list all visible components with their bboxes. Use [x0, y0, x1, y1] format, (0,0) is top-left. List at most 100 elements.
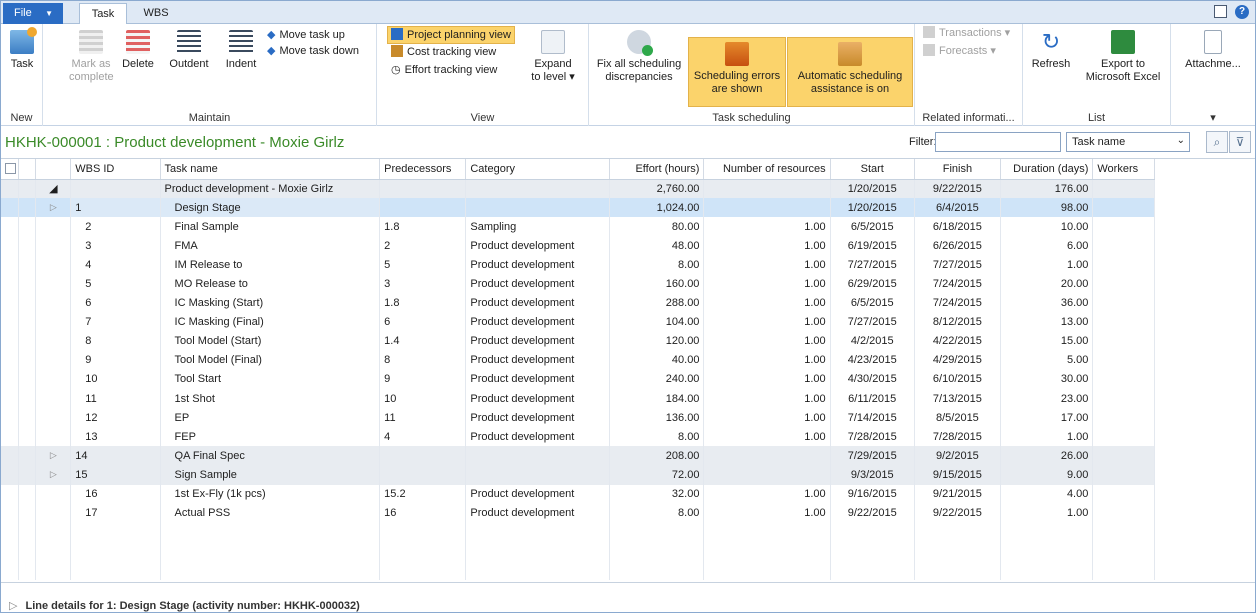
scheduling-errors-label: Scheduling errors are shown	[693, 70, 781, 95]
row-selector	[1, 408, 19, 428]
table-row[interactable]: 10 Tool Start 9 Product development 240.00 1.…	[1, 369, 1155, 390]
expand-icon[interactable]: ▷	[35, 465, 72, 485]
table-row[interactable]: 17 Actual PSS 16 Product development 8.00 1.0…	[1, 503, 1155, 523]
workers-cell	[1092, 331, 1155, 351]
duration-cell: 6.00	[1000, 236, 1094, 256]
fix-scheduling-button[interactable]: Fix all scheduling discrepancies	[593, 30, 685, 84]
tab-wbs[interactable]: WBS	[135, 3, 177, 24]
column-header[interactable]: Finish	[914, 159, 1002, 180]
table-row[interactable]: 8 Tool Model (Start) 1.4 Product developmen…	[1, 331, 1155, 351]
attachments-button[interactable]: Attachme...	[1177, 30, 1249, 71]
table-row[interactable]: 13 FEP 4 Product development 8.00 1.00 7/28/20…	[1, 427, 1155, 447]
table-row[interactable]: 16 1st Ex-Fly (1k pcs) 15.2 Product develop…	[1, 484, 1155, 504]
column-header[interactable]: Number of resources	[703, 159, 831, 180]
group-related-label: Related informati...	[922, 112, 1015, 124]
column-header[interactable]: Category	[465, 159, 611, 180]
tab-task[interactable]: Task	[79, 3, 127, 25]
task-name-cell: EP	[160, 408, 381, 428]
select-all-checkbox[interactable]	[1, 159, 19, 180]
column-header[interactable]: Task name	[160, 159, 381, 180]
refresh-label: Refresh	[1031, 58, 1071, 70]
row-selector	[1, 503, 19, 523]
collapse-icon[interactable]: ◢	[35, 179, 72, 199]
predecessors-cell: 6	[379, 312, 467, 332]
row-selector	[1, 255, 19, 275]
table-row[interactable]: 12 EP 11 Product development 136.00 1.00 7/14/…	[1, 408, 1155, 428]
column-header[interactable]: Workers	[1092, 159, 1155, 180]
duration-cell: 17.00	[1000, 408, 1094, 428]
cost-tracking-view-button[interactable]: Cost tracking view	[391, 45, 496, 59]
effort-cell: 32.00	[609, 484, 705, 504]
filter-input[interactable]	[935, 132, 1061, 152]
wbs-id-cell: 14	[70, 446, 161, 466]
table-row[interactable]: 5 MO Release to 3 Product development 160.00…	[1, 274, 1155, 294]
workers-cell	[1092, 484, 1155, 504]
table-row[interactable]: 4 IM Release to 5 Product development 8.00 1.…	[1, 255, 1155, 275]
outdent-button[interactable]: Outdent	[161, 30, 217, 71]
new-task-button[interactable]: Task	[5, 27, 39, 71]
auto-scheduling-toggle[interactable]: Automatic scheduling assistance is on	[787, 37, 913, 107]
line-details-bar[interactable]: ▷ Line details for 1: Design Stage (activ…	[1, 582, 1255, 612]
move-task-down-button[interactable]: ◆ Move task down	[267, 44, 359, 58]
category-cell: Product development	[465, 331, 611, 351]
effort-tracking-view-button[interactable]: ◷ Effort tracking view	[391, 63, 497, 77]
search-icon[interactable]: ⌕	[1206, 131, 1228, 153]
new-task-icon	[10, 27, 37, 54]
column-header[interactable]: Predecessors	[379, 159, 467, 180]
expand-icon[interactable]: ▷	[35, 198, 72, 218]
workers-cell	[1092, 217, 1155, 237]
table-row[interactable]: ▷ 14 QA Final Spec 208.00 7/29/2015 9/2/2015 2…	[1, 446, 1155, 466]
wbs-id-cell: 10	[70, 369, 161, 390]
expand-icon[interactable]: ▷	[9, 600, 17, 612]
help-icon[interactable]: ?	[1235, 5, 1249, 19]
delete-button[interactable]: Delete	[119, 30, 157, 71]
table-row[interactable]: 9 Tool Model (Final) 8 Product development 4…	[1, 350, 1155, 370]
wbs-id-cell: 9	[70, 350, 161, 370]
row-spacer	[18, 465, 37, 485]
column-header[interactable]: Duration (days)	[1000, 159, 1094, 180]
column-header[interactable]: Effort (hours)	[609, 159, 705, 180]
table-row[interactable]: ▷ 15 Sign Sample 72.00 9/3/2015 9/15/2015 9.00	[1, 465, 1155, 485]
row-expander	[35, 255, 72, 275]
forecasts-button[interactable]: Forecasts ▾	[923, 44, 996, 58]
column-header[interactable]: Start	[830, 159, 915, 180]
filter-label: Filter:	[909, 136, 937, 148]
chevron-down-icon[interactable]: ▾	[1171, 111, 1255, 124]
filter-field-select[interactable]: Task name ⌄	[1066, 132, 1190, 152]
group-maintain-label: Maintain	[188, 112, 231, 124]
move-task-up-button[interactable]: ◆ Move task up	[267, 28, 345, 42]
file-menu-button[interactable]: File ▼	[3, 3, 63, 24]
category-cell	[465, 465, 611, 485]
finish-cell: 8/12/2015	[914, 312, 1002, 332]
transactions-button[interactable]: Transactions ▾	[923, 26, 1010, 40]
wbs-id-cell: 17	[70, 503, 161, 523]
root-task-row[interactable]: ◢ Product development - Moxie Girlz 2,76…	[1, 179, 1155, 199]
scheduling-errors-toggle[interactable]: Scheduling errors are shown	[688, 37, 786, 107]
indent-button[interactable]: Indent	[219, 30, 263, 71]
column-header[interactable]: WBS ID	[70, 159, 161, 180]
expand-to-level-button[interactable]: Expand to level ▾	[531, 30, 575, 84]
finish-cell: 9/15/2015	[914, 465, 1002, 485]
predecessors-cell: 16	[379, 503, 467, 523]
resources-cell	[703, 465, 831, 485]
wbs-id-cell: 13	[70, 427, 161, 447]
export-excel-button[interactable]: Export to Microsoft Excel	[1081, 30, 1165, 84]
mark-complete-button[interactable]: Mark as complete	[69, 30, 114, 84]
refresh-button[interactable]: ↻ Refresh	[1029, 30, 1073, 71]
table-row[interactable]: 2 Final Sample 1.8 Sampling 80.00 1.00 6/5/201…	[1, 217, 1155, 237]
expand-icon[interactable]: ▷	[35, 446, 72, 466]
task-name-cell: QA Final Spec	[160, 446, 381, 466]
table-row[interactable]: 11 1st Shot 10 Product development 184.00 1.0…	[1, 389, 1155, 409]
clear-filter-icon[interactable]: ⊽	[1229, 131, 1251, 153]
row-spacer	[18, 255, 37, 275]
project-planning-view-button[interactable]: Project planning view	[387, 26, 515, 44]
predecessors-cell	[379, 446, 467, 466]
transactions-icon	[923, 26, 935, 38]
window-layout-icon[interactable]	[1214, 5, 1227, 18]
table-row[interactable]: ▷ 1 Design Stage 1,024.00 1/20/2015 6/4/2015 9…	[1, 198, 1155, 218]
table-row[interactable]: 3 FMA 2 Product development 48.00 1.00 6/19/20…	[1, 236, 1155, 256]
table-row[interactable]: 7 IC Masking (Final) 6 Product development 1…	[1, 312, 1155, 332]
table-row[interactable]: 6 IC Masking (Start) 1.8 Product developmen…	[1, 293, 1155, 313]
task-name-cell: IC Masking (Final)	[160, 312, 381, 332]
workers-cell	[1092, 408, 1155, 428]
